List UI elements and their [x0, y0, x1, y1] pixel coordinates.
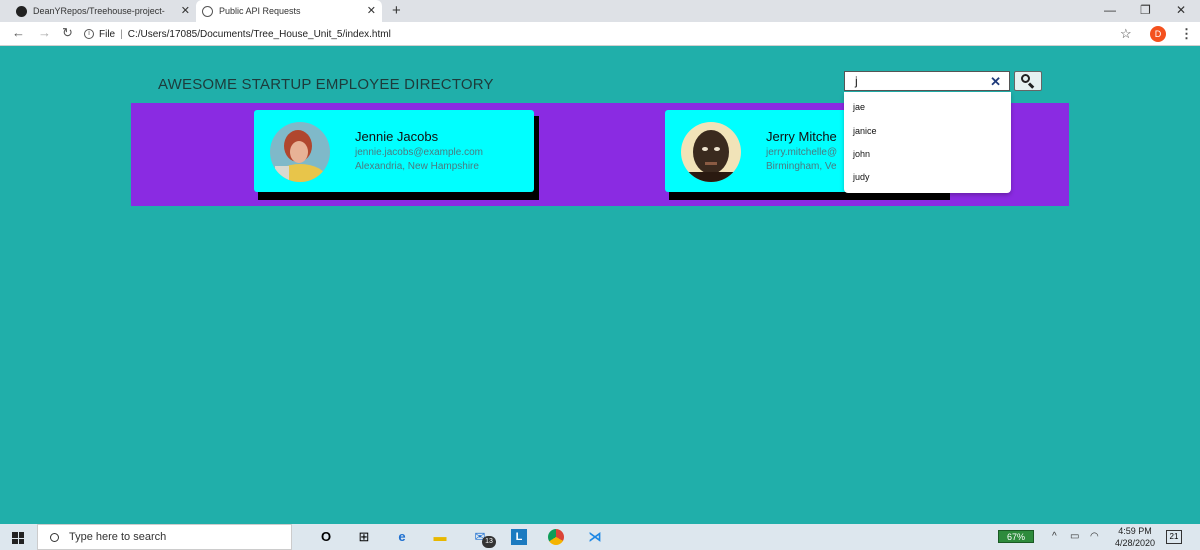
tab-title: Public API Requests — [219, 6, 301, 16]
tab-public-api[interactable]: Public API Requests ✕ — [196, 0, 382, 22]
back-icon[interactable]: ← — [12, 25, 25, 40]
cortana-icon[interactable]: O — [318, 529, 334, 545]
bookmark-star-icon[interactable]: ☆ — [1120, 26, 1132, 42]
employee-location: Birmingham, Ve — [766, 161, 837, 172]
edge-icon[interactable]: e — [394, 529, 410, 545]
search-icon — [50, 532, 59, 542]
separator: | — [120, 28, 123, 40]
scheme-label: File — [99, 28, 116, 40]
menu-kebab-icon[interactable]: ⋮ — [1180, 26, 1193, 42]
system-clock[interactable]: 4:59 PM 4/28/2020 — [1108, 525, 1162, 549]
wifi-icon[interactable]: ◠ — [1090, 531, 1099, 542]
show-hidden-icons[interactable]: ^ — [1052, 531, 1057, 542]
taskbar-search[interactable]: Type here to search — [37, 524, 292, 550]
battery-icon[interactable]: ▭ — [1070, 531, 1079, 542]
suggestion-item[interactable]: jae — [853, 102, 865, 112]
chrome-icon[interactable] — [548, 529, 564, 545]
employee-photo — [270, 122, 330, 182]
info-icon[interactable]: i — [84, 29, 94, 39]
new-tab-button[interactable]: + — [392, 2, 401, 19]
suggestion-item[interactable]: john — [853, 149, 870, 159]
suggestion-item[interactable]: judy — [853, 172, 870, 182]
search-button[interactable] — [1014, 71, 1042, 91]
magnifier-icon — [1021, 74, 1035, 89]
address-bar: ← → ↻ i File | C:/Users/17085/Documents/… — [0, 22, 1200, 46]
github-icon — [16, 5, 27, 17]
minimize-icon[interactable]: — — [1104, 3, 1116, 17]
search-input[interactable]: j ✕ — [844, 71, 1010, 91]
close-tab-icon[interactable]: ✕ — [367, 4, 376, 17]
store-icon[interactable]: L — [511, 529, 527, 545]
profile-avatar[interactable]: D — [1150, 26, 1166, 42]
tab-strip: DeanYRepos/Treehouse-project- ✕ Public A… — [0, 0, 1200, 22]
page-title: AWESOME STARTUP EMPLOYEE DIRECTORY — [158, 76, 494, 93]
employee-name: Jennie Jacobs — [355, 129, 439, 144]
employee-card[interactable]: Jennie Jacobs jennie.jacobs@example.com … — [254, 110, 534, 192]
windows-start-icon[interactable] — [12, 532, 24, 544]
close-window-icon[interactable]: ✕ — [1176, 3, 1186, 17]
taskbar-search-placeholder: Type here to search — [69, 531, 167, 543]
employee-name: Jerry Mitche — [766, 129, 837, 144]
forward-icon[interactable]: → — [38, 25, 51, 40]
clear-search-icon[interactable]: ✕ — [990, 74, 1001, 90]
employee-email: jennie.jacobs@example.com — [355, 147, 483, 158]
file-explorer-icon[interactable]: ▬ — [432, 529, 448, 545]
omnibox[interactable]: i File | C:/Users/17085/Documents/Tree_H… — [84, 25, 1114, 43]
tab-title: DeanYRepos/Treehouse-project- — [33, 6, 165, 16]
tab-github[interactable]: DeanYRepos/Treehouse-project- ✕ — [10, 0, 196, 22]
employee-photo — [681, 122, 741, 182]
close-tab-icon[interactable]: ✕ — [181, 4, 190, 17]
search-value: j — [855, 74, 858, 88]
search-suggestions: jae janice john judy — [844, 92, 1011, 193]
employee-location: Alexandria, New Hampshire — [355, 161, 479, 172]
battery-indicator[interactable]: 67% — [998, 530, 1034, 543]
suggestion-item[interactable]: janice — [853, 126, 877, 136]
mail-badge: 13 — [482, 536, 496, 548]
reload-icon[interactable]: ↻ — [62, 25, 73, 41]
employee-email: jerry.mitchelle@ — [766, 147, 838, 158]
vscode-icon[interactable]: ⋊ — [587, 529, 603, 545]
clock-date: 4/28/2020 — [1114, 538, 1156, 548]
url-text[interactable]: C:/Users/17085/Documents/Tree_House_Unit… — [128, 29, 391, 40]
restore-icon[interactable]: ❐ — [1140, 3, 1151, 17]
taskbar: Type here to search O ⊞ e ▬ ✉ 13 L ⋊ 67%… — [0, 524, 1200, 550]
task-view-icon[interactable]: ⊞ — [356, 529, 372, 545]
notifications-icon[interactable]: 21 — [1166, 530, 1182, 544]
clock-time: 4:59 PM — [1118, 526, 1152, 536]
globe-icon — [202, 5, 213, 17]
